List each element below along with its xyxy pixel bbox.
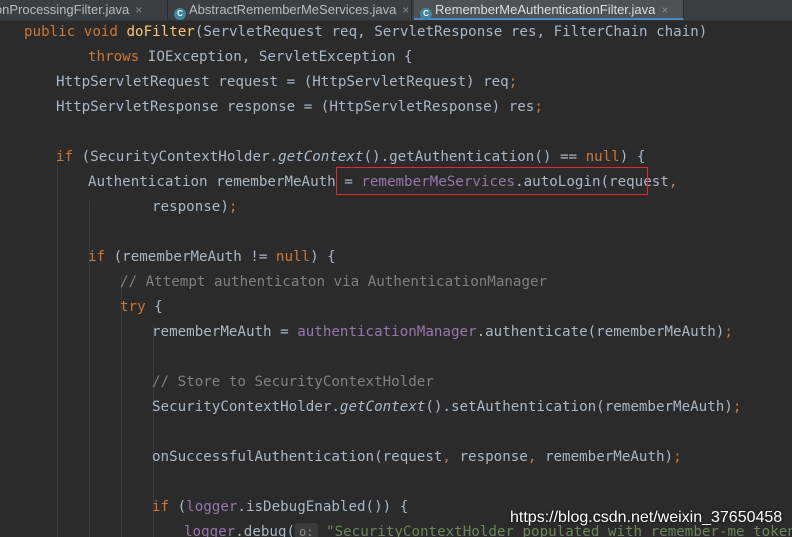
tab-abstract-remember-me-services[interactable]: C AbstractRememberMeServices.java × (168, 0, 412, 20)
highlight-box (336, 167, 648, 195)
code-line: SecurityContextHolder.getContext().setAu… (152, 399, 742, 415)
tab-remember-me-authentication-filter[interactable]: C RememberMeAuthenticationFilter.java × (414, 0, 684, 20)
watermark: https://blog.csdn.net/weixin_37650458 (510, 509, 783, 526)
editor-tab-bar: ionProcessingFilter.java × C AbstractRemem… (0, 0, 792, 21)
close-icon[interactable]: × (661, 3, 668, 17)
indent-guide (57, 151, 58, 537)
code-line: if (rememberMeAuth != null) { (88, 249, 336, 265)
class-icon: C (174, 8, 186, 20)
code-line: HttpServletResponse response = (HttpServ… (56, 99, 543, 115)
close-icon[interactable]: × (402, 3, 409, 17)
code-line: if (logger.isDebugEnabled()) { (152, 499, 409, 515)
code-line: onSuccessfulAuthentication(request, resp… (152, 449, 682, 465)
code-line: public void doFilter(ServletRequest req,… (24, 24, 708, 40)
tab-label: AbstractRememberMeServices.java (189, 2, 397, 17)
code-line: response); (152, 199, 238, 215)
class-icon: C (420, 8, 432, 20)
tab-label: RememberMeAuthenticationFilter.java (435, 2, 656, 17)
code-editor[interactable]: public void doFilter(ServletRequest req,… (0, 21, 792, 537)
code-line: try { (120, 299, 163, 315)
code-comment: // Store to SecurityContextHolder (152, 374, 434, 390)
tab-authentication-processing-filter[interactable]: ionProcessingFilter.java × (0, 0, 168, 20)
code-line: rememberMeAuth = authenticationManager.a… (152, 324, 733, 340)
close-icon[interactable]: × (135, 3, 142, 17)
code-comment: // Attempt authenticaton via Authenticat… (120, 274, 548, 290)
parameter-hint: o: (295, 523, 318, 537)
code-line: throws IOException, ServletException { (88, 49, 413, 65)
code-line: HttpServletRequest request = (HttpServle… (56, 74, 518, 90)
tab-label: ionProcessingFilter.java (0, 2, 130, 17)
